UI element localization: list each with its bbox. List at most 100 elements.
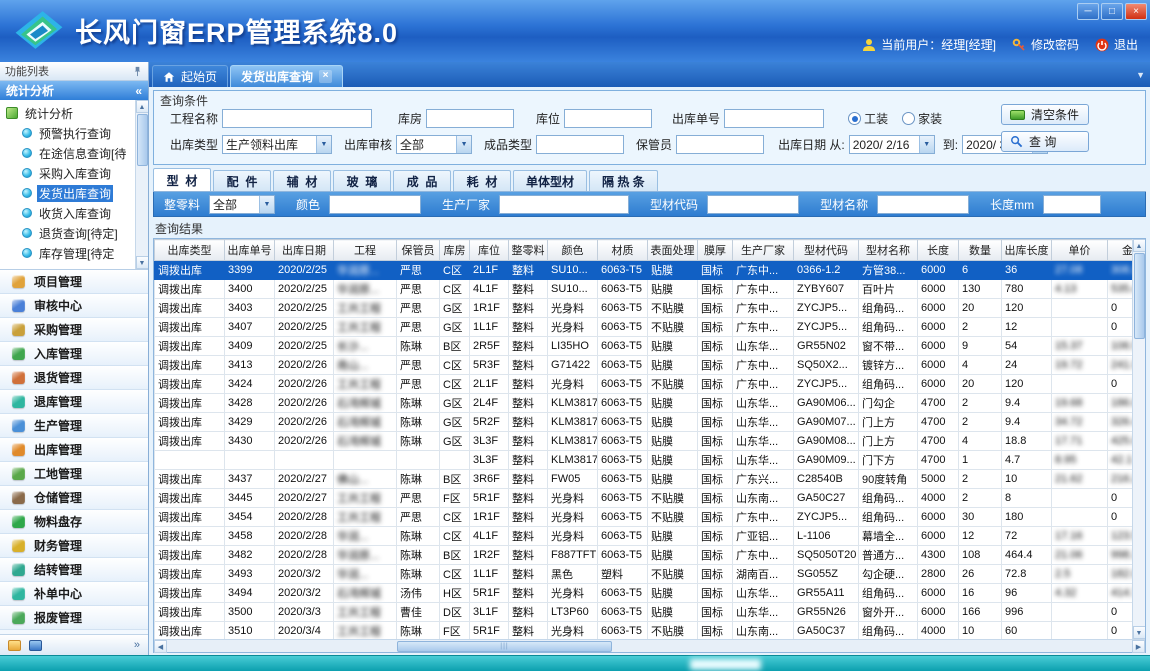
results-table-row[interactable]: 调拨出库33992020/2/25华润原...严思C区2L1F整料SU10...…	[155, 261, 1133, 280]
scroll-left-icon[interactable]: ◀	[154, 640, 167, 653]
sidebar-tree-root[interactable]: 统计分析	[6, 103, 132, 123]
warehouse-input[interactable]	[426, 109, 514, 128]
sidebar-group-carryover-management[interactable]: 结转管理	[0, 558, 148, 582]
manufacturer-input[interactable]	[499, 195, 629, 214]
material-tab-glass[interactable]: 玻 璃	[333, 170, 391, 191]
column-header[interactable]: 金	[1108, 240, 1133, 261]
whole-part-select[interactable]: 全部 ▼	[209, 195, 275, 214]
column-header[interactable]: 表面处理	[648, 240, 698, 261]
material-tab-auxiliary[interactable]: 辅 材	[273, 170, 331, 191]
sidebar-section-statistics[interactable]: 统计分析 «	[0, 81, 148, 100]
home-radio[interactable]	[902, 112, 915, 125]
results-table-row[interactable]: 调拨出库35102020/3/4工共工程陈琳F区5R1F整料光身料6063-T5…	[155, 622, 1133, 640]
sidebar-group-audit-center[interactable]: 审核中心	[0, 294, 148, 318]
results-table-row[interactable]: 调拨出库34372020/2/27佛山...陈琳B区3R6F整料FW056063…	[155, 470, 1133, 489]
sidebar-tree-item-in-transit-info-query[interactable]: 在途信息查询[待	[6, 143, 132, 163]
sidebar-group-return-stock-management[interactable]: 退库管理	[0, 390, 148, 414]
results-table-row[interactable]: 调拨出库34032020/2/25工共工程严思G区1R1F整料光身料6063-T…	[155, 299, 1133, 318]
sidebar-group-production-management[interactable]: 生产管理	[0, 414, 148, 438]
results-table-row[interactable]: 调拨出库34822020/2/28华润原...陈琳B区1R2F整料F887TFT…	[155, 546, 1133, 565]
sidebar-group-outbound-management[interactable]: 出库管理	[0, 438, 148, 462]
results-table-row[interactable]: 调拨出库34452020/2/27工共工程严思F区5R1F整料光身料6063-T…	[155, 489, 1133, 508]
column-header[interactable]: 长度	[918, 240, 959, 261]
column-header[interactable]: 出库单号	[225, 240, 275, 261]
project-name-input[interactable]	[222, 109, 372, 128]
tab-close-icon[interactable]: ×	[319, 70, 332, 83]
sidebar-tree-item-shipping-outbound-query[interactable]: 发货出库查询	[6, 183, 132, 203]
scroll-down-icon[interactable]: ▼	[136, 256, 149, 269]
length-input[interactable]	[1043, 195, 1101, 214]
sidebar-group-finance-management[interactable]: 财务管理	[0, 534, 148, 558]
material-tab-accessory[interactable]: 配 件	[213, 170, 271, 191]
logout-button[interactable]: 退出	[1095, 36, 1138, 53]
scroll-right-icon[interactable]: ▶	[1132, 640, 1145, 653]
maximize-button[interactable]: □	[1101, 3, 1123, 20]
audit-select[interactable]: 全部 ▼	[396, 135, 472, 154]
sidebar-tree-item-warning-execution-query[interactable]: 预警执行查询	[6, 123, 132, 143]
results-table-row[interactable]: 调拨出库34092020/2/25长沙...陈琳B区2R5F整料LI35HO60…	[155, 337, 1133, 356]
product-type-input[interactable]	[536, 135, 624, 154]
sidebar-group-project-management[interactable]: 项目管理	[0, 270, 148, 294]
profile-code-input[interactable]	[707, 195, 799, 214]
keeper-input[interactable]	[676, 135, 764, 154]
clear-conditions-button[interactable]: 清空条件	[1001, 104, 1089, 125]
sidebar-group-return-goods-management[interactable]: 退货管理	[0, 366, 148, 390]
column-header[interactable]: 材质	[598, 240, 648, 261]
results-table-row[interactable]: 调拨出库34002020/2/25华润原...严思C区4L1F整料SU10...…	[155, 280, 1133, 299]
minimize-button[interactable]: ─	[1077, 3, 1099, 20]
results-table-row[interactable]: 3L3F整料KLM38176063-T5贴膜国标山东华...GA90M09...…	[155, 451, 1133, 470]
tree-scrollbar[interactable]: ▲ ▼	[135, 100, 148, 269]
tree-scroll-thumb[interactable]	[137, 114, 148, 166]
material-tab-consumable[interactable]: 耗 材	[453, 170, 511, 191]
scroll-down-icon[interactable]: ▼	[1133, 626, 1146, 639]
column-header[interactable]: 出库类型	[155, 240, 225, 261]
tab-list-chevron-icon[interactable]: ▼	[1136, 70, 1145, 80]
column-header[interactable]: 工程	[334, 240, 397, 261]
horizontal-scroll-thumb[interactable]: |||	[397, 641, 612, 652]
results-table-row[interactable]: 调拨出库34072020/2/25工共工程严思G区1L1F整料光身料6063-T…	[155, 318, 1133, 337]
results-table-row[interactable]: 调拨出库34132020/2/26南山...严思C区5R3F整料G7142260…	[155, 356, 1133, 375]
material-tab-profile[interactable]: 型 材	[153, 168, 211, 191]
sidebar-group-site-management[interactable]: 工地管理	[0, 462, 148, 486]
industrial-radio[interactable]	[848, 112, 861, 125]
date-from-select[interactable]: 2020/ 2/16 ▼	[849, 135, 935, 154]
column-header[interactable]: 库房	[440, 240, 470, 261]
results-table-row[interactable]: 调拨出库34302020/2/26石湾辉城陈琳G区3L3F整料KLM381760…	[155, 432, 1133, 451]
search-button[interactable]: 查 询	[1001, 131, 1089, 152]
sidebar-group-warehouse-management[interactable]: 仓储管理	[0, 486, 148, 510]
column-header[interactable]: 单价	[1052, 240, 1108, 261]
sidebar-tree-item-returns-query[interactable]: 退货查询[待定]	[6, 223, 132, 243]
column-header[interactable]: 保管员	[397, 240, 440, 261]
sidebar-tree-item-purchase-inbound-query[interactable]: 采购入库查询	[6, 163, 132, 183]
column-header[interactable]: 库位	[470, 240, 509, 261]
column-header[interactable]: 型材代码	[794, 240, 859, 261]
horizontal-scrollbar[interactable]: ◀ ||| ▶	[154, 639, 1145, 652]
scroll-up-icon[interactable]: ▲	[1133, 239, 1146, 252]
outbound-type-select[interactable]: 生产领料出库 ▼	[222, 135, 332, 154]
location-input[interactable]	[564, 109, 652, 128]
change-password-button[interactable]: 修改密码	[1012, 36, 1079, 53]
results-table-row[interactable]: 调拨出库34282020/2/26石湾辉城陈琳G区2L4F整料KLM381760…	[155, 394, 1133, 413]
column-header[interactable]: 出库日期	[275, 240, 334, 261]
scroll-up-icon[interactable]: ▲	[136, 100, 149, 113]
vertical-scrollbar[interactable]: ▲ ▼	[1132, 239, 1145, 639]
sidebar-tree-item-receiving-inbound-query[interactable]: 收货入库查询	[6, 203, 132, 223]
folder-icon[interactable]	[8, 640, 21, 651]
column-header[interactable]: 膜厚	[698, 240, 733, 261]
column-header[interactable]: 数量	[959, 240, 1002, 261]
tab-shipping-outbound-query[interactable]: 发货出库查询 ×	[230, 65, 343, 87]
results-table-row[interactable]: 调拨出库34542020/2/28工共工程严思C区1R1F整料光身料6063-T…	[155, 508, 1133, 527]
results-table-row[interactable]: 调拨出库34242020/2/26工共工程严思C区2L1F整料光身料6063-T…	[155, 375, 1133, 394]
sidebar-tree-item-inventory-management[interactable]: 库存管理[待定	[6, 243, 132, 263]
results-table-row[interactable]: 调拨出库34942020/3/2石湾辉城汤伟H区5R1F整料光身料6063-T5…	[155, 584, 1133, 603]
sidebar-group-material-inventory[interactable]: 物料盘存	[0, 510, 148, 534]
column-header[interactable]: 生产厂家	[733, 240, 794, 261]
sidebar-group-purchase-management[interactable]: 采购管理	[0, 318, 148, 342]
collapse-icon[interactable]: «	[135, 84, 142, 98]
material-tab-thermal-strip[interactable]: 隔 热 条	[589, 170, 658, 191]
sidebar-group-supplement-center[interactable]: 补单中心	[0, 582, 148, 606]
material-tab-single-profile[interactable]: 单体型材	[513, 170, 587, 191]
monitor-icon[interactable]	[29, 640, 42, 651]
material-tab-finished[interactable]: 成 品	[393, 170, 451, 191]
close-button[interactable]: ×	[1125, 3, 1147, 20]
